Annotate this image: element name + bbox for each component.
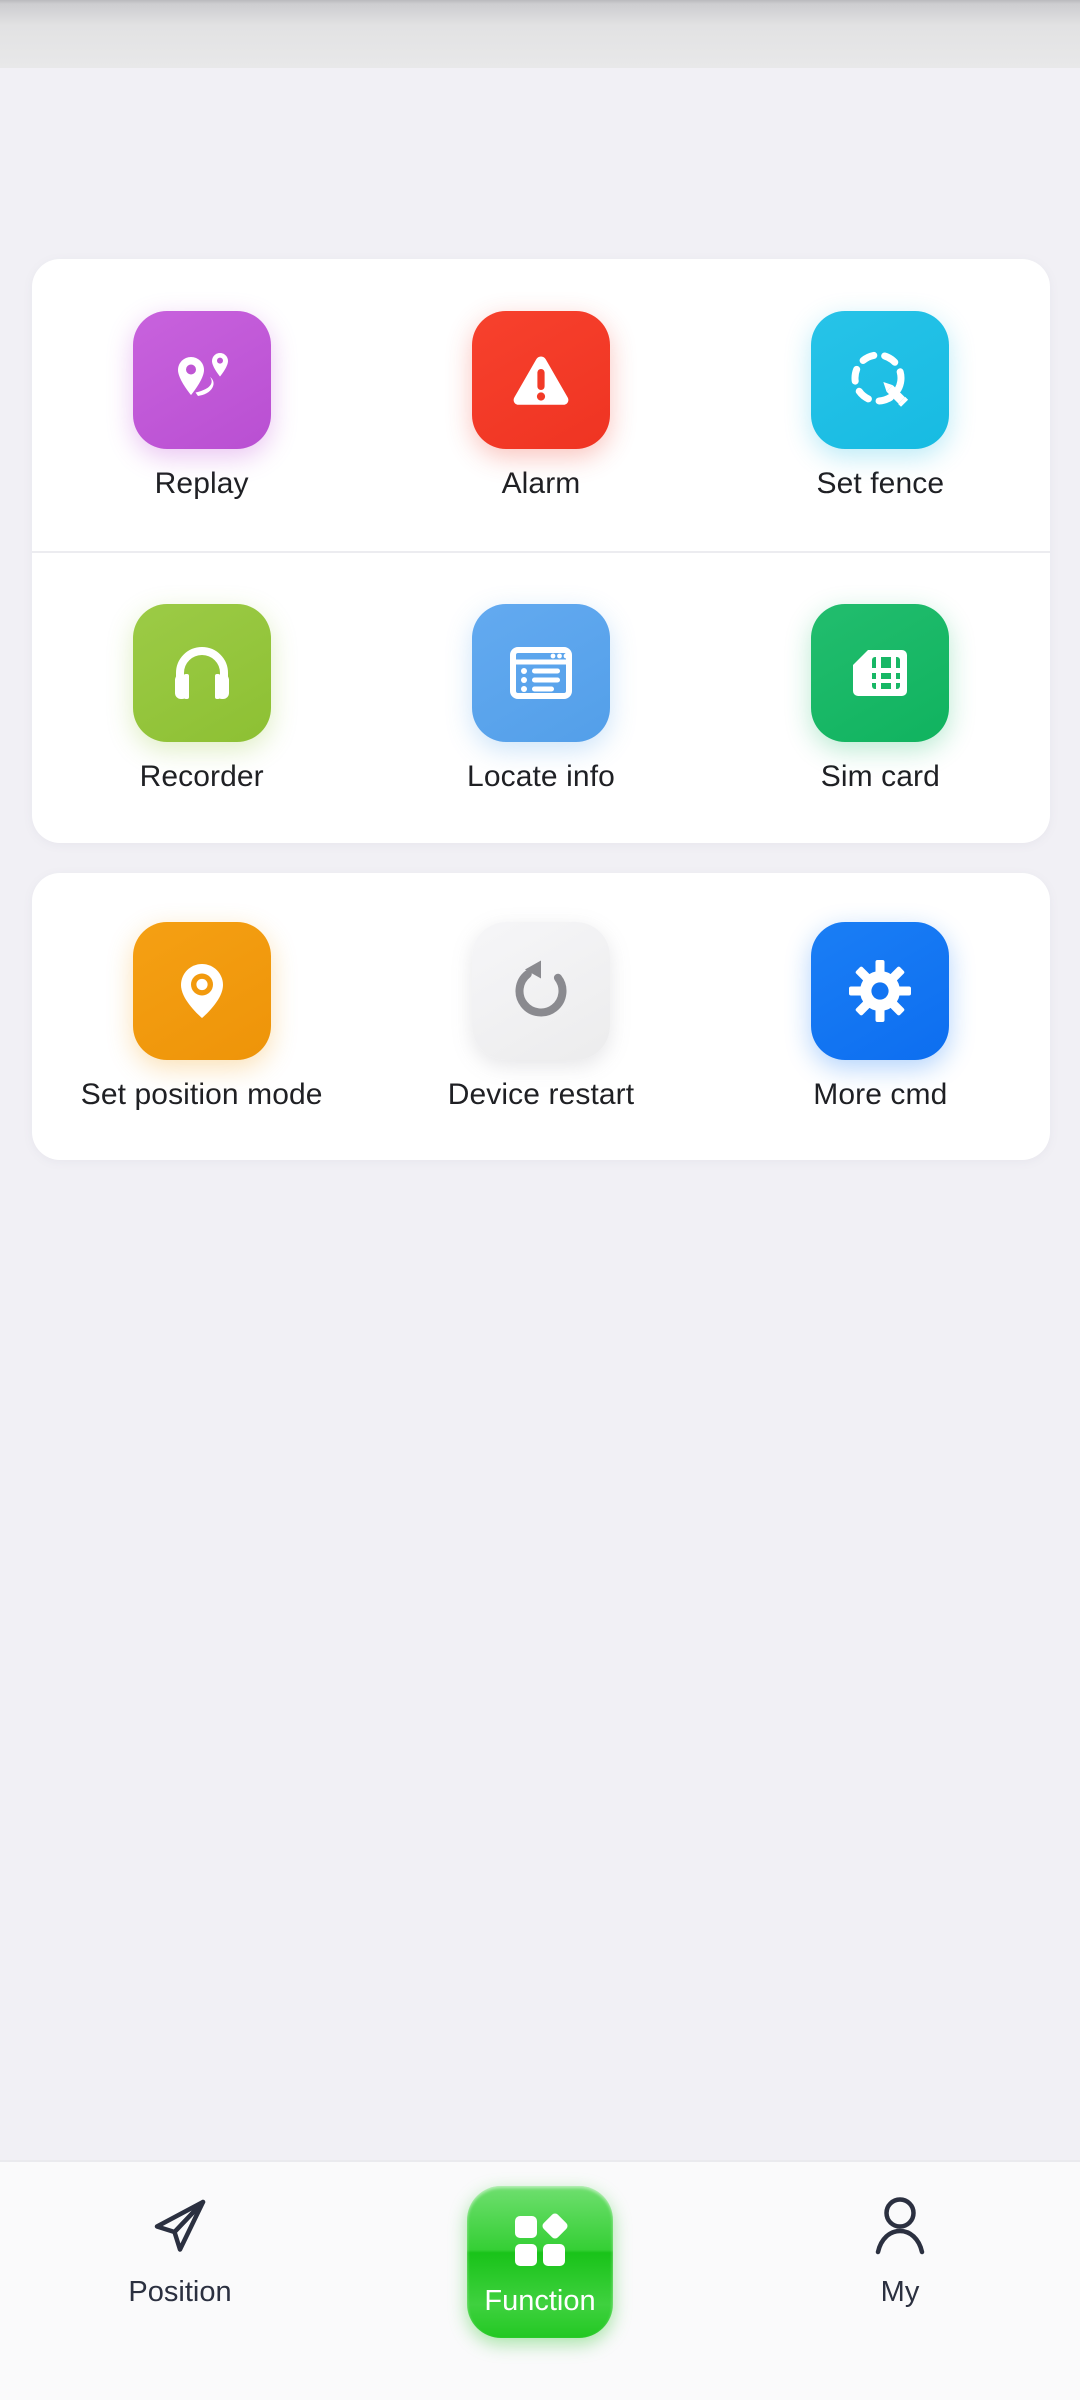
function-item-label: Set position mode xyxy=(80,1078,323,1111)
function-row-2: Recorder Locate info Sim card xyxy=(32,551,1050,843)
function-item-label: Set fence xyxy=(816,466,945,500)
function-item-device-restart[interactable]: Device restart xyxy=(371,873,710,1160)
nav-tab-function[interactable]: Function xyxy=(360,2162,720,2400)
function-card-secondary: Set position mode Device restart More cm… xyxy=(32,873,1050,1160)
grid-squares-icon xyxy=(507,2210,573,2277)
function-item-recorder[interactable]: Recorder xyxy=(32,553,371,843)
restart-arrow-icon xyxy=(471,922,610,1060)
nav-tab-label: Position xyxy=(128,2276,232,2308)
route-pins-icon xyxy=(132,310,271,449)
function-item-locate-info[interactable]: Locate info xyxy=(371,553,710,843)
warning-triangle-icon xyxy=(471,310,610,449)
function-item-set-fence[interactable]: Set fence xyxy=(711,259,1050,551)
function-item-label: Alarm xyxy=(501,466,581,500)
nav-tab-label: My xyxy=(880,2276,920,2308)
map-pin-icon xyxy=(132,922,271,1060)
function-row-3: Set position mode Device restart More cm… xyxy=(32,873,1050,1160)
bottom-navigation-bar: Position Function My xyxy=(0,2160,1080,2400)
function-item-alarm[interactable]: Alarm xyxy=(371,259,710,551)
dashed-circle-pencil-icon xyxy=(811,310,950,449)
nav-tab-my[interactable]: My xyxy=(720,2162,1080,2400)
function-item-replay[interactable]: Replay xyxy=(32,259,371,551)
app-root: Replay Alarm Set fence Recorder Locate i… xyxy=(0,0,1080,2400)
sim-card-icon xyxy=(811,603,950,742)
function-item-more-cmd[interactable]: More cmd xyxy=(711,873,1050,1160)
function-card-primary: Replay Alarm Set fence Recorder Locate i… xyxy=(32,259,1050,843)
function-item-label: Sim card xyxy=(820,759,940,793)
gear-icon xyxy=(811,922,950,1060)
nav-tab-label: Function xyxy=(484,2285,596,2317)
person-icon xyxy=(869,2190,931,2262)
function-item-label: Recorder xyxy=(139,759,264,793)
function-row-1: Replay Alarm Set fence xyxy=(32,259,1050,551)
function-item-label: Replay xyxy=(154,466,249,500)
function-item-label: Locate info xyxy=(467,759,615,793)
function-item-label: Device restart xyxy=(447,1078,635,1111)
paper-plane-icon xyxy=(147,2190,213,2262)
function-item-set-position-mode[interactable]: Set position mode xyxy=(32,873,371,1160)
function-item-label: More cmd xyxy=(813,1078,948,1111)
function-item-sim-card[interactable]: Sim card xyxy=(711,553,1050,843)
headphones-icon xyxy=(132,603,271,742)
nav-tab-function-button[interactable]: Function xyxy=(467,2186,613,2338)
window-list-icon xyxy=(471,603,610,742)
status-bar xyxy=(0,0,1080,68)
nav-tab-position[interactable]: Position xyxy=(0,2162,360,2400)
